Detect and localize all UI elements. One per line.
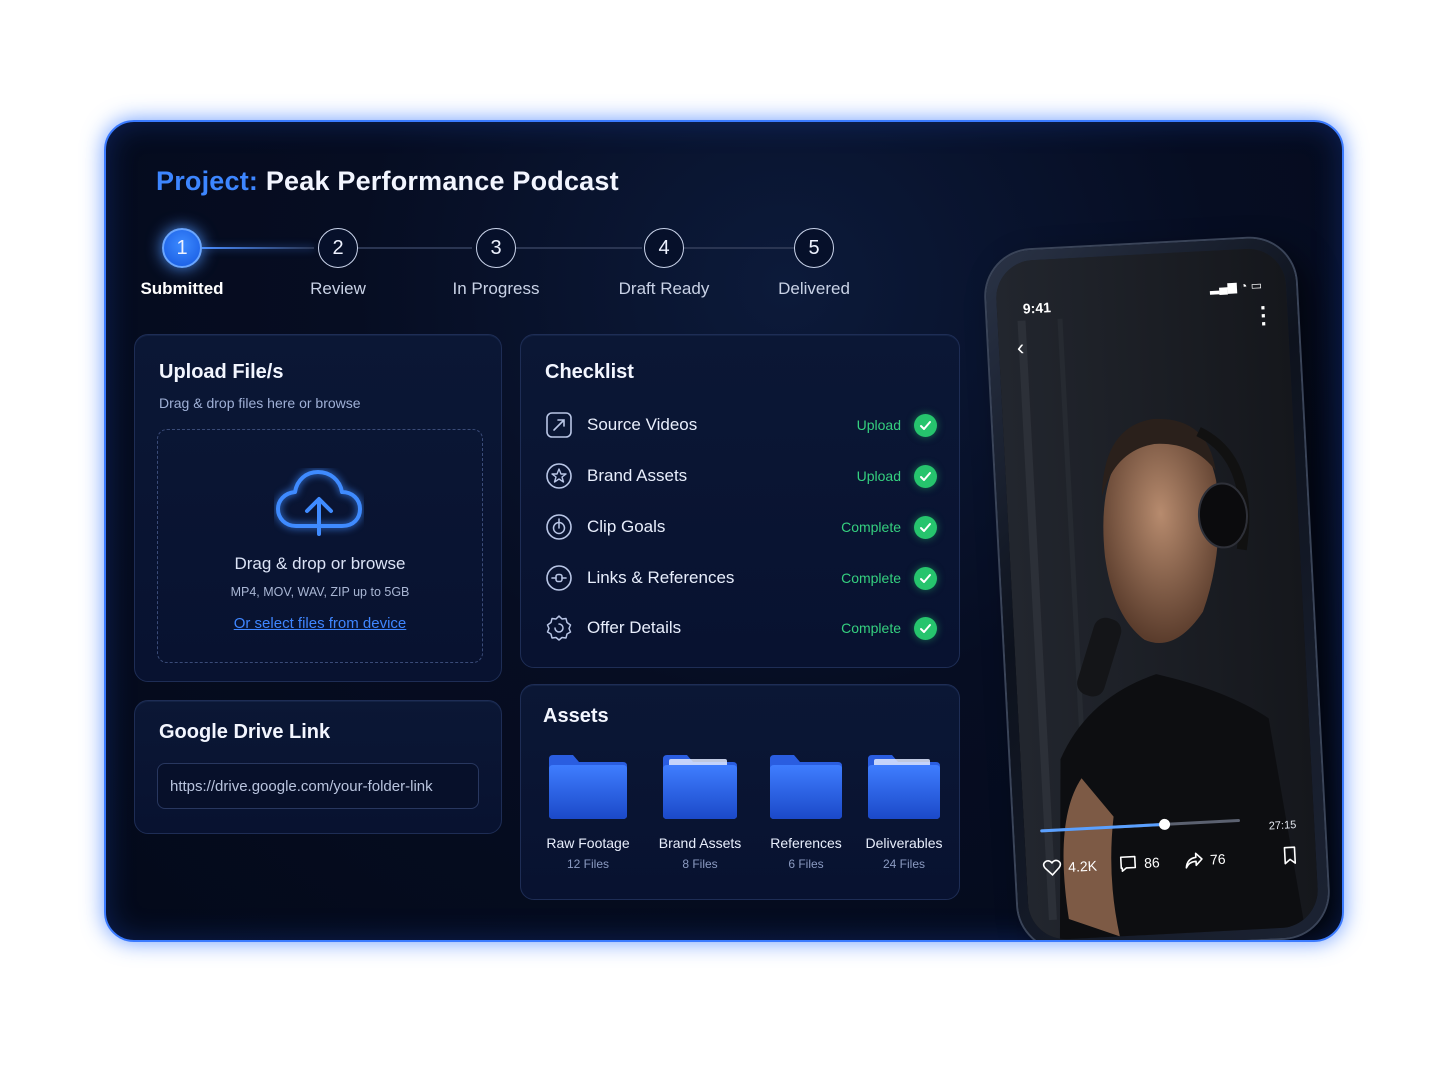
like-button[interactable]: 4.2K	[1042, 856, 1098, 879]
folder-icon	[549, 755, 627, 819]
phone-screen: 9:41 ▂▄▆ ◔ ▭ ‹ · · · 27:15 4.2K 86 76	[994, 246, 1320, 940]
checklist-item-status[interactable]: Complete	[841, 570, 901, 586]
bookmark-button[interactable]	[1279, 845, 1300, 866]
upload-title: Upload File/s	[159, 361, 284, 383]
share-button[interactable]: 76	[1183, 849, 1226, 871]
step-2[interactable]: 2	[318, 228, 358, 268]
folder-count: 12 Files	[566, 857, 610, 871]
phone-clock: 9:41	[1022, 299, 1052, 317]
checklist-item[interactable]: Offer Details Complete	[545, 614, 937, 644]
phone-preview: 9:41 ▂▄▆ ◔ ▭ ‹ · · · 27:15 4.2K 86 76	[983, 236, 1331, 940]
upload-card: Upload File/s Drag & drop files here or …	[134, 334, 502, 682]
comment-icon	[1119, 855, 1137, 872]
checklist-item-status[interactable]: Complete	[841, 519, 901, 535]
folder-brand-assets[interactable]: Brand Assets 8 Files	[655, 753, 745, 871]
check-icon	[914, 414, 937, 437]
checklist-item-label: Clip Goals	[587, 517, 666, 536]
checklist-item-label: Links & References	[587, 568, 735, 587]
step-connector	[356, 247, 472, 249]
checklist-item[interactable]: Clip Goals Complete	[545, 513, 937, 543]
project-dashboard: Project: Peak Performance Podcast 1 2 3 …	[104, 120, 1344, 942]
google-drive-title: Google Drive Link	[159, 721, 331, 743]
drop-zone-formats: MP4, MOV, WAV, ZIP up to 5GB	[230, 585, 410, 599]
like-count: 4.2K	[1067, 857, 1098, 876]
assets-title: Assets	[543, 705, 609, 727]
folder-name: Brand Assets	[658, 835, 742, 851]
upload-subtitle: Drag & drop files here or browse	[159, 395, 361, 411]
check-icon	[914, 516, 937, 539]
folder-count: 8 Files	[682, 857, 718, 871]
project-name: Peak Performance Podcast	[265, 166, 619, 196]
folder-deliverables[interactable]: Deliverables 24 Files	[859, 753, 949, 871]
assets-card: Assets Raw Footage 12 Files Brand Assets…	[520, 684, 960, 900]
folder-icon	[868, 755, 940, 819]
folder-raw-footage[interactable]: Raw Footage 12 Files	[543, 753, 633, 871]
back-icon[interactable]: ‹	[1016, 335, 1025, 361]
phone-status-icons: ▂▄▆ ◔ ▭	[1209, 278, 1263, 295]
cloud-upload-icon	[276, 470, 362, 536]
check-icon	[914, 465, 937, 488]
step-label-delivered: Delivered	[778, 279, 850, 298]
step-1[interactable]: 1	[162, 228, 202, 268]
target-icon	[546, 514, 572, 540]
select-files-link[interactable]: Or select files from device	[158, 615, 482, 632]
folder-icon	[770, 755, 842, 819]
folder-name: Raw Footage	[546, 835, 630, 851]
step-label-in-progress: In Progress	[452, 279, 540, 298]
step-connector	[684, 247, 794, 249]
step-label-submitted: Submitted	[140, 279, 224, 298]
check-icon	[914, 567, 937, 590]
step-5[interactable]: 5	[794, 228, 834, 268]
checklist-title: Checklist	[545, 361, 634, 383]
video-upload-icon	[546, 412, 572, 438]
step-label-draft-ready: Draft Ready	[618, 279, 710, 298]
folder-name: Deliverables	[865, 835, 943, 851]
offer-icon	[546, 615, 572, 641]
checklist-item-status[interactable]: Upload	[857, 417, 901, 433]
folder-icon	[663, 755, 737, 819]
step-connector	[202, 247, 314, 249]
comment-button[interactable]: 86	[1118, 852, 1161, 874]
brand-icon	[546, 463, 572, 489]
checklist-item-status[interactable]: Complete	[841, 620, 901, 636]
checklist-item[interactable]: Links & References Complete	[545, 564, 937, 594]
checklist-item-label: Source Videos	[587, 415, 698, 434]
heart-icon	[1042, 859, 1062, 876]
step-4[interactable]: 4	[644, 228, 684, 268]
more-options-icon[interactable]: · · ·	[1259, 295, 1268, 336]
link-icon	[546, 565, 572, 591]
page-title: Project: Peak Performance Podcast	[156, 166, 619, 197]
comment-count: 86	[1143, 854, 1161, 872]
share-icon	[1185, 852, 1203, 869]
checklist-card: Checklist Source Videos Upload Brand Ass…	[520, 334, 960, 668]
podcast-video-frame	[994, 246, 1320, 940]
video-duration: 27:15	[1268, 819, 1297, 833]
project-prefix: Project:	[156, 166, 259, 196]
step-label-review: Review	[310, 279, 366, 298]
checklist-item-label: Offer Details	[587, 618, 682, 637]
checklist-item[interactable]: Source Videos Upload	[545, 411, 937, 441]
share-count: 76	[1209, 850, 1226, 868]
google-drive-card: Google Drive Link https://drive.google.c…	[134, 700, 502, 834]
bookmark-icon	[1283, 846, 1297, 865]
checklist-item[interactable]: Brand Assets Upload	[545, 462, 937, 492]
check-icon	[914, 617, 937, 640]
checklist-item-status[interactable]: Upload	[857, 468, 901, 484]
drop-zone-label: Drag & drop or browse	[234, 554, 406, 573]
folder-name: References	[770, 835, 842, 851]
google-drive-link-input[interactable]: https://drive.google.com/your-folder-lin…	[157, 763, 479, 809]
folder-count: 6 Files	[788, 857, 824, 871]
step-3[interactable]: 3	[476, 228, 516, 268]
folder-references[interactable]: References 6 Files	[761, 753, 851, 871]
step-connector	[514, 247, 642, 249]
drop-zone[interactable]: Drag & drop or browse MP4, MOV, WAV, ZIP…	[157, 429, 483, 663]
folder-count: 24 Files	[882, 857, 926, 871]
checklist-item-label: Brand Assets	[587, 466, 688, 485]
